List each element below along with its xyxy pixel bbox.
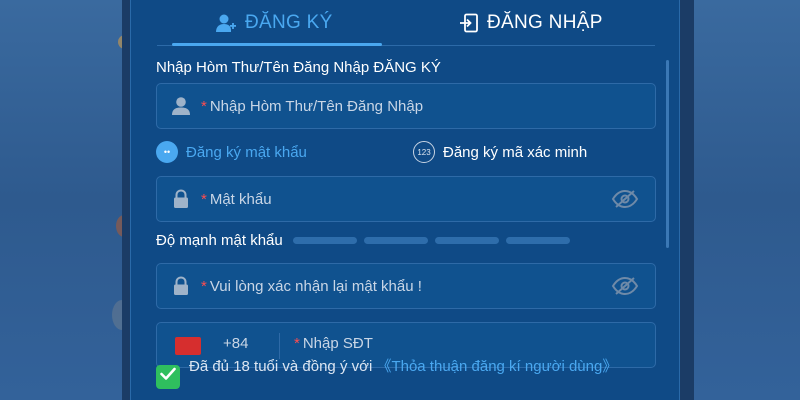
flag-icon[interactable] xyxy=(175,337,201,355)
username-field[interactable]: * Nhập Hòm Thư/Tên Đăng Nhập xyxy=(156,83,656,129)
code-option-badge: 123 xyxy=(413,141,435,163)
tab-login-label: ĐĂNG NHẬP xyxy=(487,12,603,33)
strength-bar xyxy=(434,237,499,244)
section-title: Nhập Hòm Thư/Tên Đăng Nhập ĐĂNG KÝ xyxy=(156,59,441,76)
strength-bar xyxy=(292,237,357,244)
country-code[interactable]: +84 xyxy=(223,335,248,352)
background-right xyxy=(674,0,800,400)
required-mark: * xyxy=(201,97,207,115)
strength-label: Độ mạnh mật khẩu xyxy=(156,232,283,249)
option-code-label: Đăng ký mã xác minh xyxy=(443,143,588,161)
strength-bar xyxy=(363,237,428,244)
register-panel: ĐĂNG KÝ ĐĂNG NHẬP Nhập Hòm Thư/Tên Đăng … xyxy=(130,0,680,400)
tab-login[interactable]: ĐĂNG NHẬP xyxy=(459,0,603,46)
background-left xyxy=(0,0,132,400)
tab-register[interactable]: ĐĂNG KÝ xyxy=(215,0,333,46)
username-placeholder: Nhập Hòm Thư/Tên Đăng Nhập xyxy=(209,97,424,115)
user-add-icon xyxy=(215,13,237,33)
lock-icon xyxy=(161,276,201,296)
auth-tabs: ĐĂNG KÝ ĐĂNG NHẬP xyxy=(131,0,679,48)
checkmark-icon xyxy=(160,366,176,388)
password-option-badge: •• xyxy=(156,141,178,163)
strength-bar xyxy=(505,237,570,244)
strength-meter xyxy=(292,237,577,244)
required-mark: * xyxy=(201,277,207,295)
option-password-label: Đăng ký mật khẩu xyxy=(186,143,307,161)
tab-register-label: ĐĂNG KÝ xyxy=(245,12,333,33)
phone-placeholder: Nhập SĐT xyxy=(302,335,373,352)
password-strength: Độ mạnh mật khẩu xyxy=(156,232,577,249)
required-mark: * xyxy=(294,335,300,352)
login-icon xyxy=(459,13,479,33)
background-right-edge xyxy=(680,0,694,400)
option-code-register[interactable]: 123 Đăng ký mã xác minh xyxy=(413,141,587,163)
terms-agreement: Đã đủ 18 tuổi và đồng ý với 《Thỏa thuận … xyxy=(156,356,656,389)
option-password-register[interactable]: •• Đăng ký mật khẩu xyxy=(156,141,307,163)
password-placeholder: Mật khẩu xyxy=(209,190,272,208)
eye-off-icon[interactable] xyxy=(611,276,639,301)
active-tab-indicator xyxy=(172,43,382,46)
required-mark: * xyxy=(201,190,207,208)
confirm-password-field[interactable]: * Vui lòng xác nhận lại mật khẩu ! xyxy=(156,263,656,309)
agree-checkbox[interactable] xyxy=(156,365,180,389)
lock-icon xyxy=(161,189,201,209)
password-field[interactable]: * Mật khẩu xyxy=(156,176,656,222)
scrollbar[interactable] xyxy=(666,60,669,248)
user-icon xyxy=(161,96,201,116)
terms-link[interactable]: 《Thỏa thuận đăng kí người dùng》 xyxy=(376,358,617,375)
agree-text: Đã đủ 18 tuổi và đồng ý với xyxy=(189,358,373,375)
confirm-placeholder: Vui lòng xác nhận lại mật khẩu ! xyxy=(209,277,422,295)
background-left-edge xyxy=(122,0,130,400)
eye-off-icon[interactable] xyxy=(611,189,639,214)
